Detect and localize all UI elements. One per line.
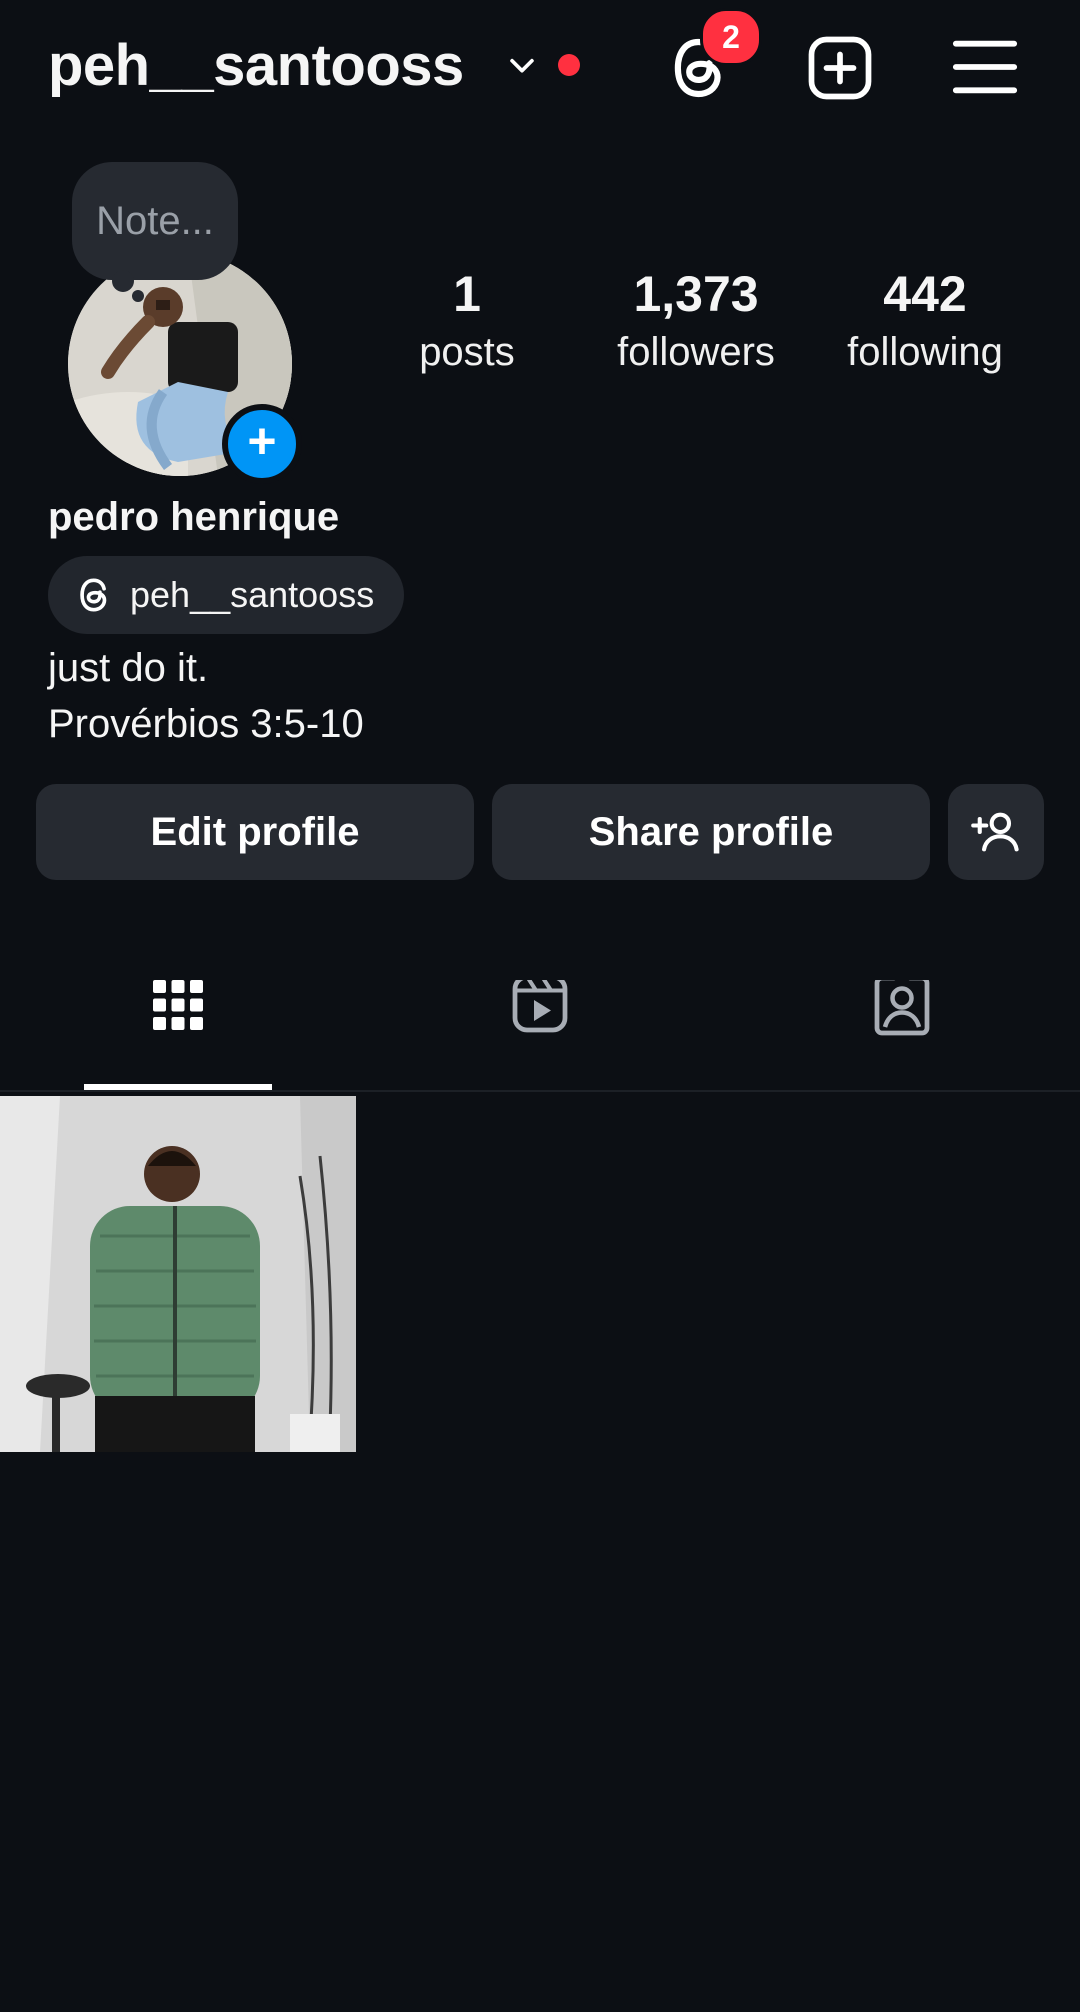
edit-profile-button[interactable]: Edit profile <box>36 784 474 880</box>
unread-dot <box>558 54 580 76</box>
grid-icon <box>153 980 203 1030</box>
plus-square-icon <box>808 36 872 100</box>
following-count-label: following <box>847 330 1003 374</box>
tab-reels[interactable] <box>480 974 600 1060</box>
tab-tagged[interactable] <box>842 969 962 1060</box>
posts-count-value: 1 <box>453 266 481 322</box>
threads-profile-link[interactable]: peh__santooss <box>48 556 405 634</box>
profile-full-name: pedro henrique <box>48 495 340 539</box>
bio-line: just do it. <box>48 646 209 690</box>
post-thumbnail[interactable] <box>0 1096 356 1452</box>
threads-handle-label: peh__santooss <box>130 574 375 615</box>
following-count[interactable]: 442 following <box>830 264 1020 380</box>
tab-posts-grid[interactable] <box>118 980 238 1060</box>
hamburger-menu-icon <box>952 40 1018 94</box>
note-bubble-tail <box>112 270 134 292</box>
tagged-person-icon <box>874 969 930 1036</box>
plus-icon: + <box>247 413 277 469</box>
add-story-button[interactable]: + <box>222 404 302 484</box>
bio-line: Provérbios 3:5-10 <box>48 702 364 746</box>
profile-bio: just do it. Provérbios 3:5-10 <box>48 640 364 752</box>
posts-count-label: posts <box>419 330 515 374</box>
create-post-button[interactable] <box>804 32 876 104</box>
tab-divider <box>0 1090 1080 1092</box>
menu-button[interactable] <box>950 34 1020 100</box>
followers-count-label: followers <box>617 330 775 374</box>
share-profile-button[interactable]: Share profile <box>492 784 930 880</box>
following-count-value: 442 <box>883 266 967 322</box>
discover-people-button[interactable] <box>948 784 1044 880</box>
post-photo <box>0 1096 356 1452</box>
followers-count-value: 1,373 <box>633 266 759 322</box>
note-bubble-tail-small <box>132 290 144 302</box>
note-bubble[interactable]: Note... <box>72 162 238 280</box>
threads-icon <box>80 578 107 612</box>
threads-notification-badge: 2 <box>700 8 762 66</box>
add-person-icon <box>971 812 1019 852</box>
reels-icon <box>512 974 568 1033</box>
profile-username[interactable]: peh__santooss <box>48 30 464 102</box>
followers-count[interactable]: 1,373 followers <box>601 264 791 380</box>
posts-count[interactable]: 1 posts <box>372 264 562 380</box>
chevron-down-icon[interactable] <box>505 48 539 82</box>
